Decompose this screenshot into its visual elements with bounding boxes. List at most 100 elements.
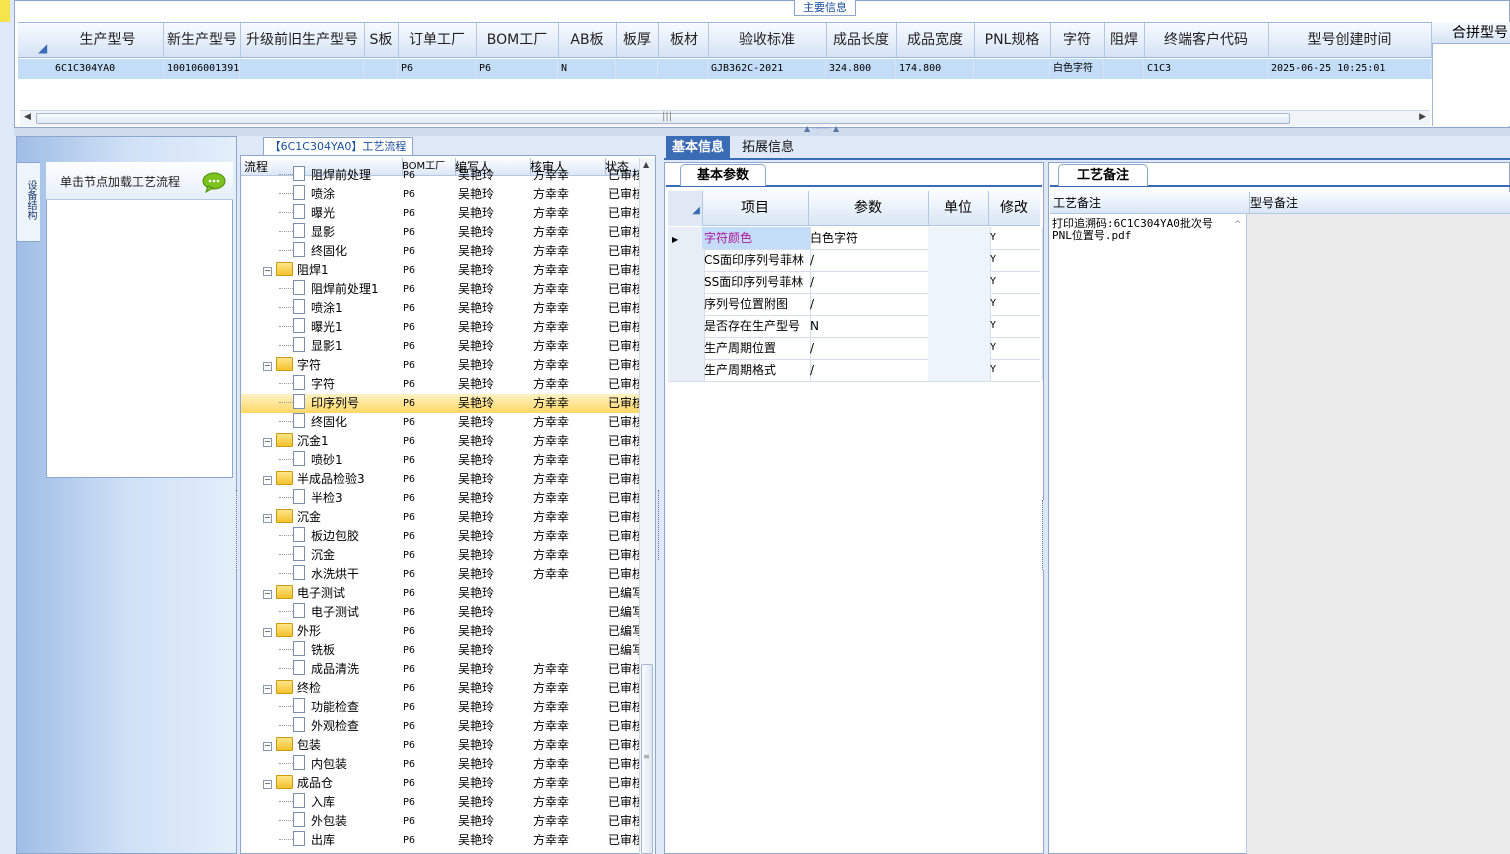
collapse-icon[interactable]: − [263,438,272,447]
tab-basic-info[interactable]: 基本信息 [666,136,731,160]
tree-row[interactable]: 电子测试 P6 吴艳玲 已编写 [241,603,639,622]
vscroll-thumb[interactable]: ≡ [641,664,653,854]
col-header-5[interactable]: BOM工厂 [476,23,559,58]
param-cell-unit[interactable] [928,315,991,337]
param-row[interactable]: 生产周期格式 / Y [668,359,1043,382]
model-remark-area[interactable] [1246,192,1510,854]
param-cell-unit[interactable] [928,271,991,293]
scroll-up-icon[interactable]: ▲ [643,160,649,169]
col-header-10[interactable]: 成品长度 [826,23,897,58]
collapse-icon[interactable]: − [263,267,272,276]
cell-11[interactable]: 174.800 [896,59,974,79]
param-row-header[interactable] [668,271,705,293]
col-param[interactable]: 参数 [808,191,929,226]
param-cell-value[interactable]: / [808,293,931,315]
param-cell-value[interactable]: N [808,315,931,337]
param-cell-modify[interactable]: Y [988,293,1043,315]
col-header-14[interactable]: 阻焊 [1104,23,1145,58]
splitter-grip-icon[interactable]: ▲ ······· ▲ [804,124,839,133]
col-header-4[interactable]: 订单工厂 [398,23,477,58]
col-unit[interactable]: 单位 [928,191,989,226]
tree-row[interactable]: − 阻焊1 P6 吴艳玲 方幸幸 已审核 [241,261,639,280]
col-header-11[interactable]: 成品宽度 [896,23,975,58]
tab-extended-info[interactable]: 拓展信息 [736,136,800,160]
tree-row[interactable]: − 外形 P6 吴艳玲 已编写 [241,622,639,641]
tree-row[interactable]: 曝光1 P6 吴艳玲 方幸幸 已审核 [241,318,639,337]
param-cell-modify[interactable]: Y [988,359,1043,381]
param-cell-value[interactable]: / [808,249,931,271]
tree-row[interactable]: − 半成品检验3 P6 吴艳玲 方幸幸 已审核 [241,470,639,489]
tree-row[interactable]: 内包装 P6 吴艳玲 方幸幸 已审核 [241,755,639,774]
scroll-left-icon[interactable]: ◀ [24,112,31,122]
param-cell-item[interactable]: 序列号位置附图 [702,293,811,315]
cell-3[interactable] [364,59,398,79]
main-grid-hscrollbar[interactable]: ◀ ||| ▶ [20,110,1430,126]
collapse-icon[interactable]: − [263,590,272,599]
tree-row[interactable]: 喷涂1 P6 吴艳玲 方幸幸 已审核 [241,299,639,318]
param-cell-unit[interactable] [928,337,991,359]
param-cell-modify[interactable]: Y [988,249,1043,271]
cell-7[interactable] [616,59,658,79]
cell-16[interactable]: 2025-06-25 10:25:01 [1268,59,1431,79]
tree-row[interactable]: 板边包胶 P6 吴艳玲 方幸幸 已审核 [241,527,639,546]
col-header-7[interactable]: 板厚 [616,23,659,58]
col-header-9[interactable]: 验收标准 [708,23,827,58]
right-splitter[interactable] [1042,500,1047,570]
cell-2[interactable] [240,59,364,79]
process-flow-tab[interactable]: 【6C1C304YA0】工艺流程 [263,137,413,155]
tree-row[interactable]: 显影1 P6 吴艳玲 方幸幸 已审核 [241,337,639,356]
param-cell-modify[interactable]: Y [988,315,1043,337]
scroll-right-icon[interactable]: ▶ [1419,112,1426,122]
col-header-15[interactable]: 终端客户代码 [1144,23,1269,58]
col-header-8[interactable]: 板材 [660,23,709,58]
middle-splitter[interactable] [658,490,663,560]
col-header-6[interactable]: AB板 [558,23,617,58]
tree-row[interactable]: 成品清洗 P6 吴艳玲 方幸幸 已审核 [241,660,639,679]
tree-row[interactable]: − 沉金 P6 吴艳玲 方幸幸 已审核 [241,508,639,527]
tree-row[interactable]: 阻焊前处理1 P6 吴艳玲 方幸幸 已审核 [241,280,639,299]
param-cell-unit[interactable] [928,359,991,381]
cell-13[interactable]: 白色字符 [1050,59,1104,79]
col-model-remark[interactable]: 型号备注 [1247,192,1450,214]
tree-row[interactable]: − 沉金1 P6 吴艳玲 方幸幸 已审核 [241,432,639,451]
param-row[interactable]: CS面印序列号菲林 / Y [668,249,1043,272]
param-cell-unit[interactable] [928,293,991,315]
param-cell-item[interactable]: 生产周期位置 [702,337,811,359]
tree-row[interactable]: 入库 P6 吴艳玲 方幸幸 已审核 [241,793,639,812]
param-row[interactable]: SS面印序列号菲林 / Y [668,271,1043,294]
tree-row[interactable]: − 成品仓 P6 吴艳玲 方幸幸 已审核 [241,774,639,793]
param-cell-value[interactable]: / [808,359,931,381]
param-row-header[interactable] [668,359,705,381]
tree-row[interactable]: 曝光 P6 吴艳玲 方幸幸 已审核 [241,204,639,223]
param-row[interactable]: 是否存在生产型号 N Y [668,315,1043,338]
col-modify[interactable]: 修改 [988,191,1040,226]
col-item[interactable]: 项目 [702,191,809,226]
param-row-header[interactable] [668,293,705,315]
collapse-icon[interactable]: − [263,685,272,694]
param-cell-unit[interactable] [928,249,991,271]
col-header-16[interactable]: 型号创建时间 [1268,23,1432,58]
param-row-header[interactable] [668,249,705,271]
tab-process-remark[interactable]: 工艺备注 [1058,164,1148,186]
col-header-3[interactable]: S板 [364,23,399,58]
param-cell-modify[interactable]: Y [988,227,1043,249]
collapse-icon[interactable]: − [263,742,272,751]
col-header-12[interactable]: PNL规格 [974,23,1051,58]
tab-basic-params[interactable]: 基本参数 [680,164,766,186]
merge-model-header[interactable]: 合拼型号 [1432,22,1510,44]
param-cell-value[interactable]: / [808,271,931,293]
remark-scroll-up-icon[interactable]: ^ [1234,220,1242,230]
tree-row[interactable]: 沉金 P6 吴艳玲 方幸幸 已审核 [241,546,639,565]
param-cell-item[interactable]: CS面印序列号菲林 [702,249,811,271]
collapse-icon[interactable]: − [263,362,272,371]
tree-row[interactable]: 印序列号 P6 吴艳玲 方幸幸 已审核 [241,394,639,413]
tree-row[interactable]: 字符 P6 吴艳玲 方幸幸 已审核 [241,375,639,394]
cell-6[interactable]: N [558,59,616,79]
cell-5[interactable]: P6 [476,59,558,79]
tree-row[interactable]: − 电子测试 P6 吴艳玲 已编写 [241,584,639,603]
main-grid-row[interactable]: 6C1C304YA010010600139191P6P6NGJB362C-202… [18,59,1432,79]
param-cell-item[interactable]: 是否存在生产型号 [702,315,811,337]
tree-row[interactable]: 终固化 P6 吴艳玲 方幸幸 已审核 [241,242,639,261]
tree-row[interactable]: 喷涂 P6 吴艳玲 方幸幸 已审核 [241,185,639,204]
collapse-icon[interactable]: − [263,514,272,523]
